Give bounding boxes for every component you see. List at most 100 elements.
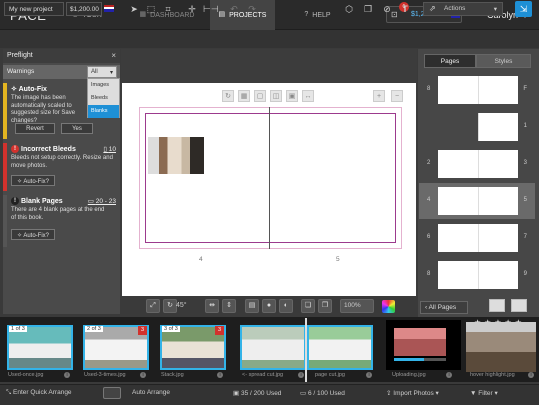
- usage-badge: 2 of 3: [85, 326, 103, 332]
- app-window: PACE ◎TOUR ▦DASHBOARD ▤PROJECTS ?HELP ⊡ …: [0, 0, 539, 405]
- image-icon[interactable]: ▣: [286, 90, 298, 102]
- film-photo[interactable]: [307, 325, 373, 370]
- film-photo[interactable]: 2 of 3 3: [83, 325, 149, 370]
- flag-icon: [104, 5, 114, 12]
- info-icon[interactable]: i: [528, 372, 534, 378]
- bleeds-page-link[interactable]: ▯ 10: [103, 145, 116, 153]
- bleeds-autofix-button[interactable]: ✧ Auto-Fix?: [11, 175, 55, 186]
- page-thumb-right: [478, 150, 518, 178]
- autofix-title: Auto-Fix: [18, 86, 47, 93]
- page-thumb-row-selected[interactable]: 4 5: [419, 183, 535, 219]
- align-icon[interactable]: ▤: [245, 299, 259, 313]
- add-single-page-icon[interactable]: [489, 299, 505, 312]
- film-photo-uploading[interactable]: [386, 320, 461, 370]
- filter-option-images[interactable]: Images: [88, 79, 119, 92]
- chevron-down-icon: ▾: [109, 70, 113, 76]
- info-icon[interactable]: i: [298, 372, 304, 378]
- actions-dropdown[interactable]: ⇗ Actions ▾: [423, 2, 503, 16]
- circle-mask-icon[interactable]: ●: [262, 299, 276, 313]
- width-icon[interactable]: ↔: [302, 90, 314, 102]
- warnings-label: Warnings: [7, 68, 35, 75]
- pointer-tool-icon[interactable]: ➤: [127, 2, 141, 16]
- help-icon: ?: [304, 11, 309, 18]
- blank-pages-link[interactable]: ▭ 20 - 23: [88, 197, 116, 205]
- cube-icon[interactable]: ⬡: [342, 2, 356, 16]
- quick-arrange-button[interactable]: ⤡ Enter Quick Arrange: [6, 389, 72, 397]
- rotation-angle[interactable]: 45°: [176, 302, 187, 309]
- filter-option-bleeds[interactable]: Bleeds: [88, 92, 119, 105]
- send-backward-icon[interactable]: ❐: [318, 299, 332, 313]
- copy-page-icon[interactable]: ❐: [361, 2, 375, 16]
- text-tool-icon[interactable]: T: [398, 2, 412, 16]
- film-photo[interactable]: [240, 325, 306, 370]
- film-photo[interactable]: 1 of 3: [7, 325, 73, 370]
- placed-photo[interactable]: [148, 137, 204, 174]
- project-price: $1,200.00: [66, 2, 102, 16]
- page-thumb-row[interactable]: 8 9: [419, 257, 535, 293]
- page-thumb-row[interactable]: 2 3: [419, 146, 535, 182]
- page-thumb-right: [478, 187, 518, 215]
- tab-styles[interactable]: Styles: [476, 54, 531, 68]
- autofix-body: The image has been automatically scaled …: [11, 95, 76, 124]
- filter-option-blanks[interactable]: Blanks: [88, 105, 119, 118]
- info-icon[interactable]: i: [366, 372, 372, 378]
- grid-icon[interactable]: ▦: [238, 90, 250, 102]
- filter-button[interactable]: ▼ Filter ▾: [470, 389, 498, 397]
- crop-frame-icon[interactable]: ⬚: [144, 2, 158, 16]
- page-thumb-right-number: 9: [523, 271, 527, 277]
- color-palette-icon[interactable]: [382, 300, 395, 313]
- flip-horizontal-icon[interactable]: ⇹: [205, 299, 219, 313]
- add-spread-icon[interactable]: [511, 299, 527, 312]
- fit-icon[interactable]: ◫: [270, 90, 282, 102]
- filter-icon[interactable]: ◐: [279, 299, 293, 313]
- fullscreen-icon[interactable]: ⤢: [146, 299, 160, 313]
- remove-icon[interactable]: −: [391, 90, 403, 102]
- refresh-icon[interactable]: ↻: [222, 90, 234, 102]
- film-photo-image: [466, 322, 536, 372]
- add-icon[interactable]: +: [373, 90, 385, 102]
- yes-button[interactable]: Yes: [61, 123, 93, 134]
- panel-toggle-button[interactable]: ⇲: [515, 1, 532, 17]
- page-thumb-row[interactable]: 6 7: [419, 220, 535, 256]
- layout-icon[interactable]: ▢: [254, 90, 266, 102]
- film-photo[interactable]: 3 of 3 3: [160, 325, 226, 370]
- warnings-filter-dropdown: Images Bleeds Blanks: [87, 78, 120, 118]
- info-icon[interactable]: i: [446, 372, 452, 378]
- page-thumb-right-number: F: [523, 86, 527, 92]
- page-thumb-row[interactable]: 1: [419, 109, 535, 145]
- info-icon[interactable]: i: [140, 372, 146, 378]
- bring-forward-icon[interactable]: ❏: [301, 299, 315, 313]
- blank-body: There are 4 blank pages at the end of th…: [11, 207, 105, 221]
- nav-help[interactable]: ? HELP: [300, 0, 335, 30]
- align-center-icon[interactable]: ✛: [185, 2, 199, 16]
- import-photos-button[interactable]: ⇪ Import Photos ▾: [386, 389, 439, 397]
- page-thumb-row[interactable]: 8 F: [419, 72, 535, 108]
- close-icon[interactable]: ×: [111, 51, 116, 60]
- tab-pages[interactable]: Pages: [424, 54, 476, 68]
- project-name-field[interactable]: My new project: [4, 2, 64, 16]
- info-icon[interactable]: i: [64, 372, 70, 378]
- rotate-icon[interactable]: ↻: [163, 299, 177, 313]
- film-photo-image: [307, 325, 373, 370]
- page-thumb-right: [478, 76, 518, 104]
- warnings-filter-select[interactable]: All ▾: [87, 66, 117, 78]
- redo-icon[interactable]: ↷: [245, 2, 259, 16]
- blank-autofix-button[interactable]: ✧ Auto-Fix?: [11, 229, 55, 240]
- auto-arrange-toggle[interactable]: [103, 387, 121, 399]
- revert-button[interactable]: Revert: [15, 123, 55, 134]
- info-icon[interactable]: i: [217, 372, 223, 378]
- blank-autofix-label: Auto-Fix?: [23, 233, 50, 239]
- film-photo-name: hover highlight.jpg: [470, 372, 515, 378]
- nav-projects[interactable]: ▤ PROJECTS: [210, 0, 275, 30]
- all-pages-button[interactable]: ‹ All Pages: [420, 301, 468, 314]
- book-icon: ▭: [87, 198, 96, 205]
- flip-vertical-icon[interactable]: ⇕: [222, 299, 236, 313]
- preflight-title: Preflight: [7, 52, 33, 59]
- compass-icon[interactable]: ⊘: [380, 2, 394, 16]
- film-photo-hover[interactable]: [466, 322, 536, 372]
- actions-label: Actions: [444, 5, 466, 12]
- undo-icon[interactable]: ↶: [227, 2, 241, 16]
- crop-icon[interactable]: ⌗: [161, 2, 175, 16]
- distribute-icon[interactable]: ⊢⊣: [203, 2, 219, 16]
- filter-label: Filter: [478, 390, 493, 397]
